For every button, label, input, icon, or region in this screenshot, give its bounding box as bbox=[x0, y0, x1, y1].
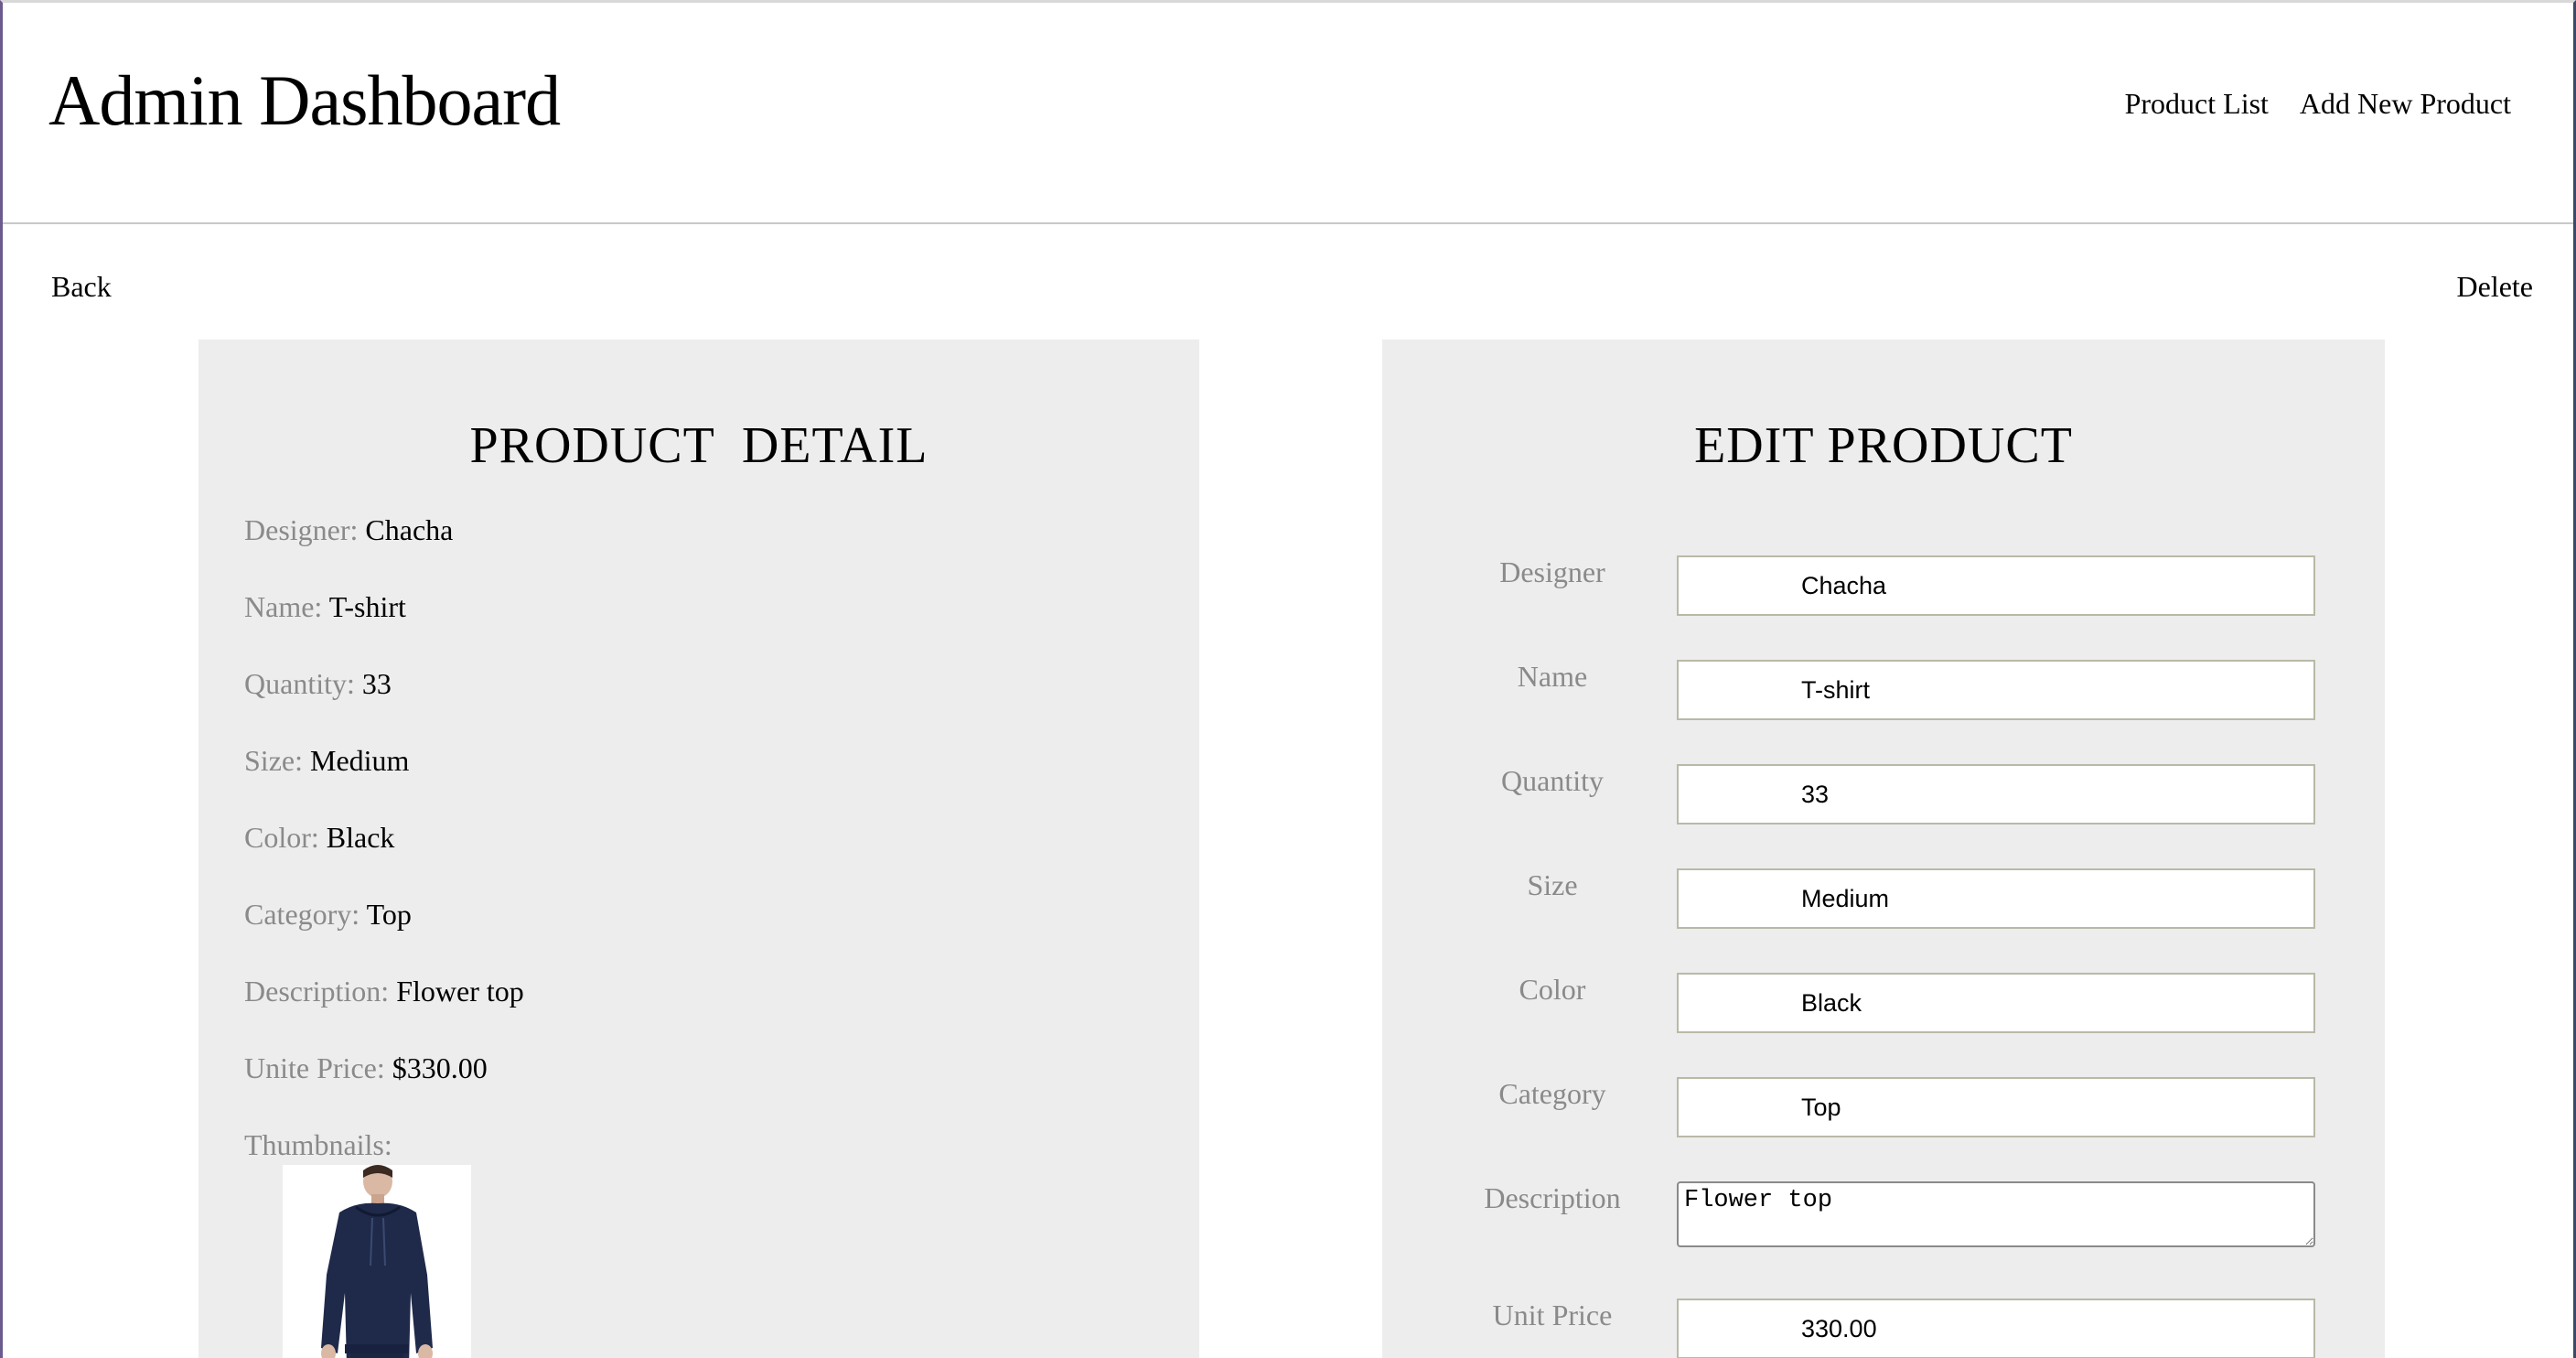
main-nav: Product List Add New Product bbox=[2125, 87, 2511, 121]
edit-product-heading: EDIT PRODUCT bbox=[1694, 417, 2073, 474]
unit-price-label: Unit Price bbox=[1492, 1299, 1613, 1331]
detail-row-quantity: Quantity: 33 bbox=[244, 667, 392, 701]
delete-link[interactable]: Delete bbox=[2457, 270, 2534, 304]
nav-add-new-product-link[interactable]: Add New Product bbox=[2300, 87, 2511, 121]
app-title: Admin Dashboard bbox=[48, 60, 561, 140]
detail-value: T-shirt bbox=[328, 590, 406, 623]
name-input[interactable] bbox=[1677, 660, 2315, 720]
category-label: Category bbox=[1498, 1077, 1606, 1110]
designer-input[interactable] bbox=[1677, 555, 2315, 616]
thumbnails-label: Thumbnails: bbox=[244, 1128, 392, 1161]
detail-row-unit-price: Unite Price: $330.00 bbox=[244, 1051, 488, 1085]
detail-row-description: Description: Flower top bbox=[244, 975, 524, 1008]
name-label: Name bbox=[1517, 660, 1588, 693]
detail-key: Category: bbox=[244, 898, 360, 931]
detail-value: Flower top bbox=[396, 975, 524, 1008]
product-thumbnail[interactable] bbox=[283, 1165, 471, 1358]
browser-window: Admin Dashboard Product List Add New Pro… bbox=[0, 0, 2576, 1358]
detail-row-size: Size: Medium bbox=[244, 744, 409, 778]
size-label: Size bbox=[1527, 868, 1578, 901]
designer-label: Designer bbox=[1499, 555, 1605, 588]
detail-key: Name: bbox=[244, 590, 323, 623]
color-input[interactable] bbox=[1677, 973, 2315, 1033]
unit-price-input[interactable] bbox=[1677, 1299, 2315, 1358]
detail-value: Top bbox=[366, 898, 412, 931]
detail-row-name: Name: T-shirt bbox=[244, 590, 406, 624]
detail-value: Black bbox=[326, 821, 395, 854]
category-input[interactable] bbox=[1677, 1077, 2315, 1137]
detail-key: Size: bbox=[244, 744, 303, 777]
detail-key: Description: bbox=[244, 975, 390, 1008]
color-label: Color bbox=[1519, 973, 1586, 1006]
detail-value: Chacha bbox=[365, 513, 454, 546]
product-detail-panel: PRODUCT DETAIL Designer: Chacha Name: T-… bbox=[199, 340, 1199, 1358]
detail-key: Quantity: bbox=[244, 667, 355, 700]
top-navbar: Admin Dashboard Product List Add New Pro… bbox=[3, 3, 2573, 224]
detail-row-thumbnails: Thumbnails: bbox=[244, 1128, 392, 1162]
detail-key: Color: bbox=[244, 821, 319, 854]
detail-row-category: Category: Top bbox=[244, 898, 412, 932]
detail-key: Designer: bbox=[244, 513, 359, 546]
nav-product-list-link[interactable]: Product List bbox=[2125, 87, 2269, 121]
detail-value: 33 bbox=[361, 667, 392, 700]
detail-value: $330.00 bbox=[392, 1051, 488, 1084]
product-thumbnail-image bbox=[283, 1165, 471, 1358]
description-textarea[interactable]: Flower top bbox=[1677, 1181, 2315, 1247]
description-label: Description bbox=[1484, 1181, 1621, 1214]
quantity-label: Quantity bbox=[1501, 764, 1604, 797]
size-input[interactable] bbox=[1677, 868, 2315, 929]
edit-product-panel: EDIT PRODUCT Designer Name Quantity Size… bbox=[1382, 340, 2385, 1358]
product-detail-heading: PRODUCT DETAIL bbox=[469, 417, 928, 474]
detail-key: Unite Price: bbox=[244, 1051, 385, 1084]
back-link[interactable]: Back bbox=[51, 270, 112, 304]
detail-row-color: Color: Black bbox=[244, 821, 394, 855]
quantity-input[interactable] bbox=[1677, 764, 2315, 824]
detail-row-designer: Designer: Chacha bbox=[244, 513, 453, 547]
detail-value: Medium bbox=[309, 744, 410, 777]
